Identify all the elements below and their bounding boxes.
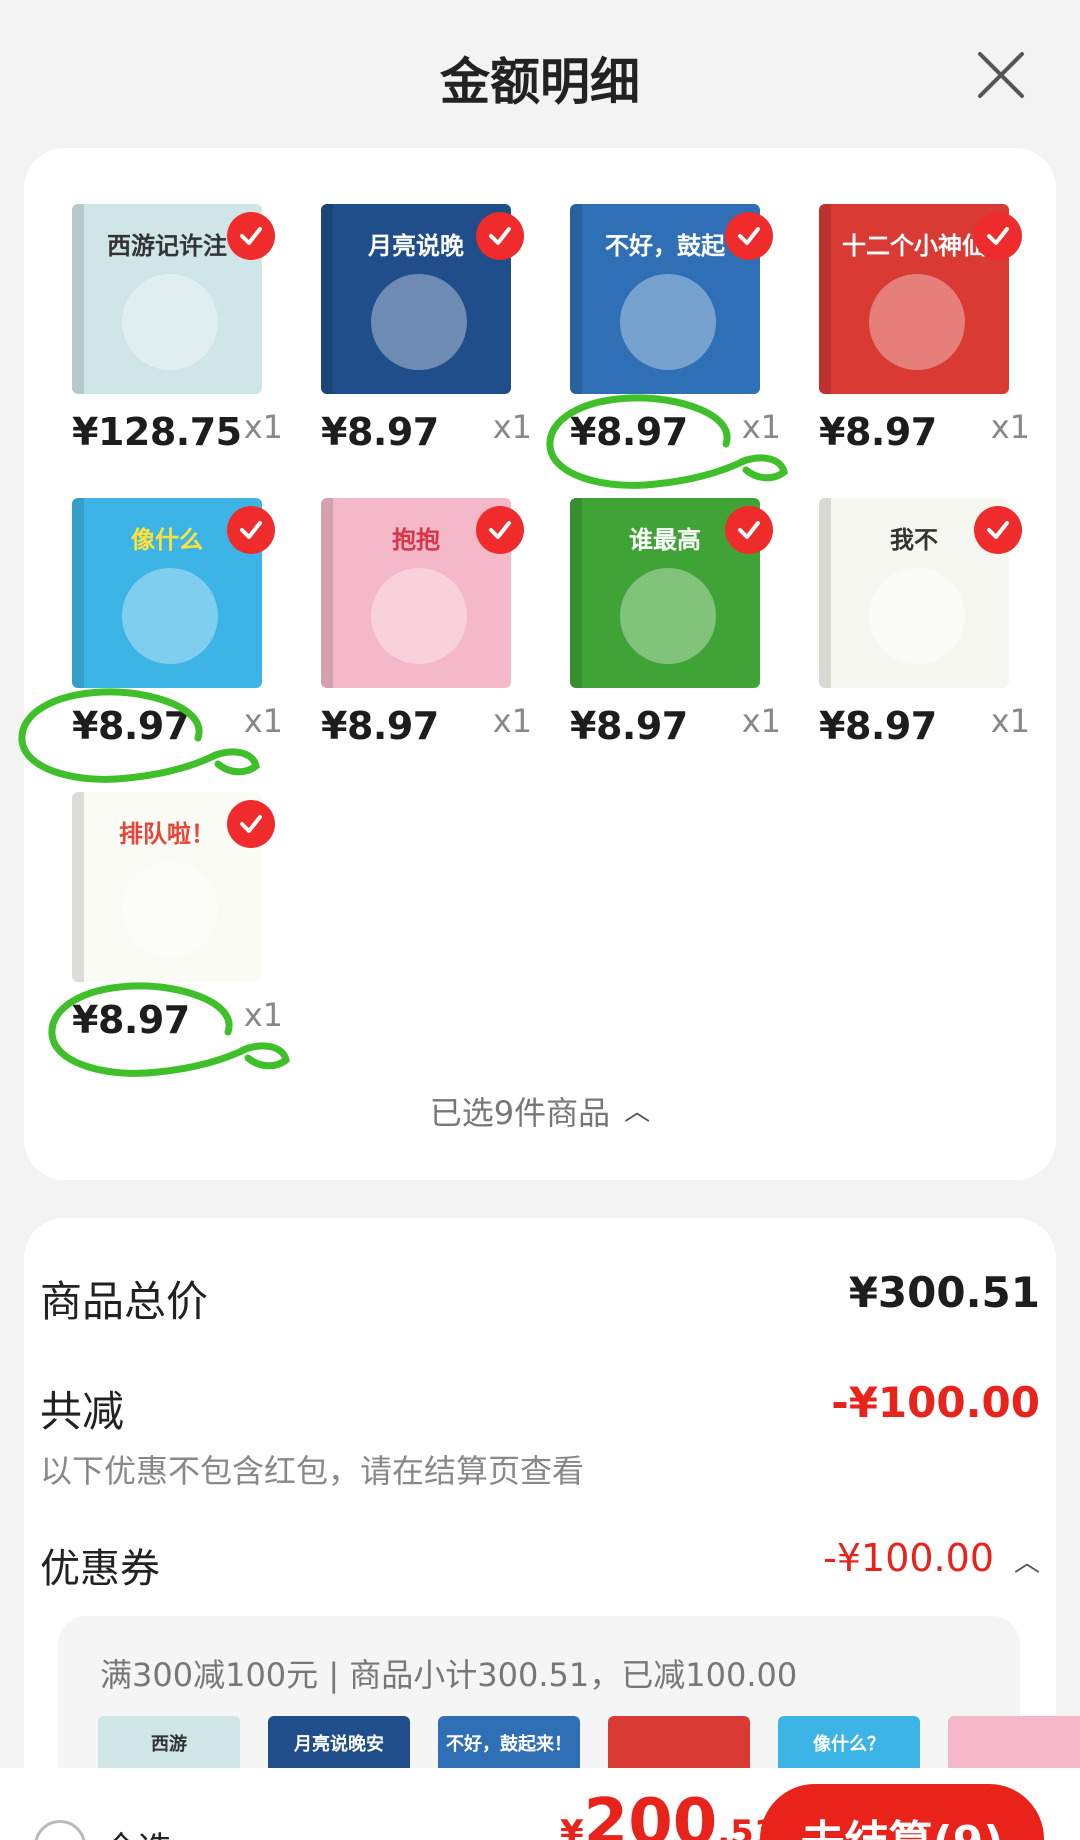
- product-card: 西游记许注 ¥128.75 x1 月亮说晚 ¥8.97 x1 不好，鼓起 ¥8.97 x1 十二个…: [18, 148, 1056, 1180]
- product-price: ¥8.97: [819, 410, 937, 454]
- product-price: ¥8.97: [570, 704, 688, 748]
- total-price-value: ¥300.51: [848, 1268, 1040, 1317]
- product-quantity: x1: [243, 408, 283, 446]
- product-quantity: x1: [243, 702, 283, 740]
- selected-check-icon[interactable]: [725, 212, 773, 260]
- bottom-bar: 全选 ¥200.51 去结算(9): [0, 1768, 1080, 1840]
- cover-illustration: [869, 274, 965, 370]
- product-item[interactable]: 像什么 ¥8.97 x1: [18, 498, 297, 792]
- selected-check-icon[interactable]: [227, 212, 275, 260]
- close-button[interactable]: [974, 48, 1028, 102]
- product-price: ¥128.75: [72, 410, 242, 454]
- cover-illustration: [371, 274, 467, 370]
- selected-check-icon[interactable]: [974, 506, 1022, 554]
- product-quantity: x1: [243, 996, 283, 1034]
- product-quantity: x1: [741, 702, 781, 740]
- thumbnail-title: 不好，鼓起来！: [446, 1734, 572, 1755]
- cover-illustration: [620, 568, 716, 664]
- product-item[interactable]: 排队啦！ ¥8.97 x1: [48, 792, 297, 1086]
- product-quantity: x1: [990, 408, 1030, 446]
- chevron-up-icon: ︿: [624, 1097, 651, 1127]
- selected-count-label: 已选9件商品: [429, 1094, 611, 1132]
- total-integer: 200: [583, 1786, 718, 1840]
- coupon-label: 优惠券: [40, 1546, 160, 1592]
- cover-illustration: [371, 568, 467, 664]
- page-title: 金额明细: [440, 53, 640, 111]
- header: 金额明细: [0, 0, 1080, 148]
- cover-illustration: [122, 568, 218, 664]
- discount-value: -¥100.00: [831, 1378, 1040, 1427]
- coupon-rule: 满300减100元 | 商品小计300.51，已减100.00: [100, 1656, 798, 1694]
- product-price: ¥8.97: [570, 410, 688, 454]
- selected-check-icon[interactable]: [227, 800, 275, 848]
- cover-illustration: [122, 862, 218, 958]
- select-all-label[interactable]: 全选: [104, 1822, 172, 1840]
- product-price: ¥8.97: [72, 704, 190, 748]
- product-item[interactable]: 月亮说晚 ¥8.97 x1: [297, 204, 546, 498]
- payable-total: ¥200.51: [560, 1786, 778, 1840]
- checkout-button[interactable]: 去结算(9): [760, 1784, 1044, 1840]
- thumbnail-title: 月亮说晚安: [294, 1734, 384, 1755]
- product-price: ¥8.97: [819, 704, 937, 748]
- thumbnail-title: 像什么？: [813, 1734, 885, 1755]
- select-all-radio[interactable]: [34, 1820, 86, 1840]
- selected-check-icon[interactable]: [227, 506, 275, 554]
- currency-symbol: ¥: [560, 1813, 584, 1840]
- product-quantity: x1: [741, 408, 781, 446]
- coupon-value: -¥100.00: [823, 1536, 994, 1580]
- product-item[interactable]: 我不 ¥8.97 x1: [795, 498, 1044, 792]
- product-item[interactable]: 抱抱 ¥8.97 x1: [297, 498, 546, 792]
- total-price-label: 商品总价: [40, 1277, 209, 1326]
- product-item[interactable]: 十二个小神仙 ¥8.97 x1: [795, 204, 1044, 498]
- product-item[interactable]: 不好，鼓起 ¥8.97 x1: [546, 204, 795, 498]
- cover-illustration: [620, 274, 716, 370]
- product-price: ¥8.97: [321, 410, 439, 454]
- selected-check-icon[interactable]: [974, 212, 1022, 260]
- cover-illustration: [869, 568, 965, 664]
- selected-check-icon[interactable]: [476, 506, 524, 554]
- selected-check-icon[interactable]: [476, 212, 524, 260]
- product-price: ¥8.97: [321, 704, 439, 748]
- chevron-up-icon[interactable]: ︿: [1014, 1542, 1040, 1579]
- thumbnail-title: 西游: [151, 1734, 187, 1755]
- product-grid: 西游记许注 ¥128.75 x1 月亮说晚 ¥8.97 x1 不好，鼓起 ¥8.97 x1 十二个…: [18, 204, 1048, 1086]
- cover-illustration: [122, 274, 218, 370]
- product-quantity: x1: [492, 702, 532, 740]
- product-item[interactable]: 谁最高 ¥8.97 x1: [546, 498, 795, 792]
- selected-check-icon[interactable]: [725, 506, 773, 554]
- selected-count-toggle[interactable]: 已选9件商品 ︿: [24, 1088, 1056, 1134]
- discount-note: 以下优惠不包含红包，请在结算页查看: [40, 1452, 585, 1490]
- product-price: ¥8.97: [72, 998, 190, 1042]
- product-quantity: x1: [990, 702, 1030, 740]
- product-quantity: x1: [492, 408, 532, 446]
- close-icon: [978, 52, 1024, 98]
- discount-label: 共减: [40, 1387, 125, 1436]
- product-item[interactable]: 西游记许注 ¥128.75 x1: [48, 204, 297, 498]
